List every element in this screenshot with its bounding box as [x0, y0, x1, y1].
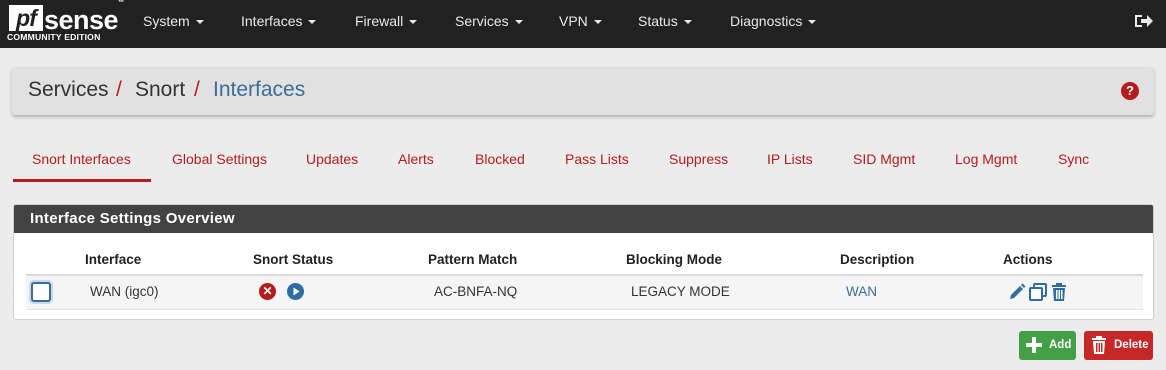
tab-suppress[interactable]: Suppress — [669, 151, 728, 167]
nav-vpn[interactable]: VPN — [559, 0, 602, 48]
pfsense-logo[interactable]: pf sense™ COMMUNITY EDITION — [7, 0, 124, 45]
trash-icon[interactable] — [1050, 283, 1068, 301]
tab-updates[interactable]: Updates — [306, 151, 358, 167]
cell-interface: WAN (igc0) — [90, 284, 159, 299]
nav-firewall[interactable]: Firewall — [355, 0, 418, 48]
copy-icon[interactable] — [1029, 283, 1047, 301]
table-row — [26, 276, 1143, 310]
logo-wordmark: sense™ — [44, 0, 124, 35]
cell-description-link[interactable]: WAN — [846, 284, 877, 299]
caret-down-icon — [409, 20, 418, 24]
edit-pencil-icon[interactable] — [1008, 283, 1026, 301]
row-select-checkbox[interactable] — [31, 282, 51, 302]
column-header-actions: Actions — [1003, 252, 1053, 267]
panel-heading: Interface Settings Overview — [14, 205, 1153, 233]
caret-down-icon — [195, 20, 204, 24]
caret-down-icon — [514, 20, 523, 24]
cell-blocking-mode: LEGACY MODE — [631, 284, 730, 299]
nav-services[interactable]: Services — [455, 0, 523, 48]
tab-sync[interactable]: Sync — [1058, 151, 1089, 167]
breadcrumb-separator: / — [194, 78, 200, 101]
nav-diagnostics[interactable]: Diagnostics — [730, 0, 817, 48]
breadcrumb-separator: / — [116, 78, 122, 101]
tab-global-settings[interactable]: Global Settings — [172, 151, 267, 167]
active-tab-indicator — [13, 179, 151, 182]
column-header-blocking-mode: Blocking Mode — [626, 252, 723, 267]
breadcrumb-interfaces[interactable]: Interfaces — [213, 77, 305, 103]
trash-icon — [1092, 336, 1106, 354]
plus-icon — [1026, 337, 1042, 353]
breadcrumb: Services / Snort / Interfaces — [12, 67, 1154, 115]
tab-sid-mgmt[interactable]: SID Mgmt — [853, 151, 915, 167]
caret-down-icon — [308, 20, 317, 24]
tab-ip-lists[interactable]: IP Lists — [767, 151, 813, 167]
nav-interfaces[interactable]: Interfaces — [241, 0, 317, 48]
column-header-description: Description — [840, 252, 915, 267]
caret-down-icon — [808, 20, 817, 24]
delete-button[interactable]: Delete — [1084, 331, 1153, 360]
nav-status[interactable]: Status — [638, 0, 692, 48]
tab-log-mgmt[interactable]: Log Mgmt — [955, 151, 1017, 167]
tab-pass-lists[interactable]: Pass Lists — [565, 151, 629, 167]
sign-out-icon[interactable] — [1134, 13, 1154, 29]
column-header-interface: Interface — [85, 252, 142, 267]
caret-down-icon — [593, 20, 602, 24]
help-icon[interactable]: ? — [1121, 82, 1139, 100]
column-header-pattern-match: Pattern Match — [428, 252, 518, 267]
top-navbar: pf sense™ COMMUNITY EDITION System Inter… — [0, 0, 1166, 48]
add-button-label: Add — [1049, 339, 1072, 351]
panel-title: Interface Settings Overview — [30, 210, 235, 227]
add-button[interactable]: Add — [1019, 331, 1076, 360]
logo-edition: COMMUNITY EDITION — [7, 32, 101, 42]
tab-alerts[interactable]: Alerts — [398, 151, 434, 167]
delete-button-label: Delete — [1114, 339, 1149, 351]
tab-snort-interfaces[interactable]: Snort Interfaces — [32, 151, 131, 167]
interface-settings-panel: Interface Settings Overview Interface Sn… — [13, 204, 1154, 320]
nav-system[interactable]: System — [143, 0, 204, 48]
logo-pf-mark: pf — [9, 5, 43, 31]
breadcrumb-snort: Snort — [135, 78, 186, 101]
caret-down-icon — [683, 20, 692, 24]
breadcrumb-services: Services — [28, 78, 109, 101]
snort-stop-icon[interactable]: ✕ — [259, 283, 276, 300]
snort-start-icon[interactable] — [287, 283, 304, 300]
column-header-snort-status: Snort Status — [253, 252, 334, 267]
cell-pattern-match: AC-BNFA-NQ — [434, 284, 518, 299]
tab-blocked[interactable]: Blocked — [475, 151, 525, 167]
